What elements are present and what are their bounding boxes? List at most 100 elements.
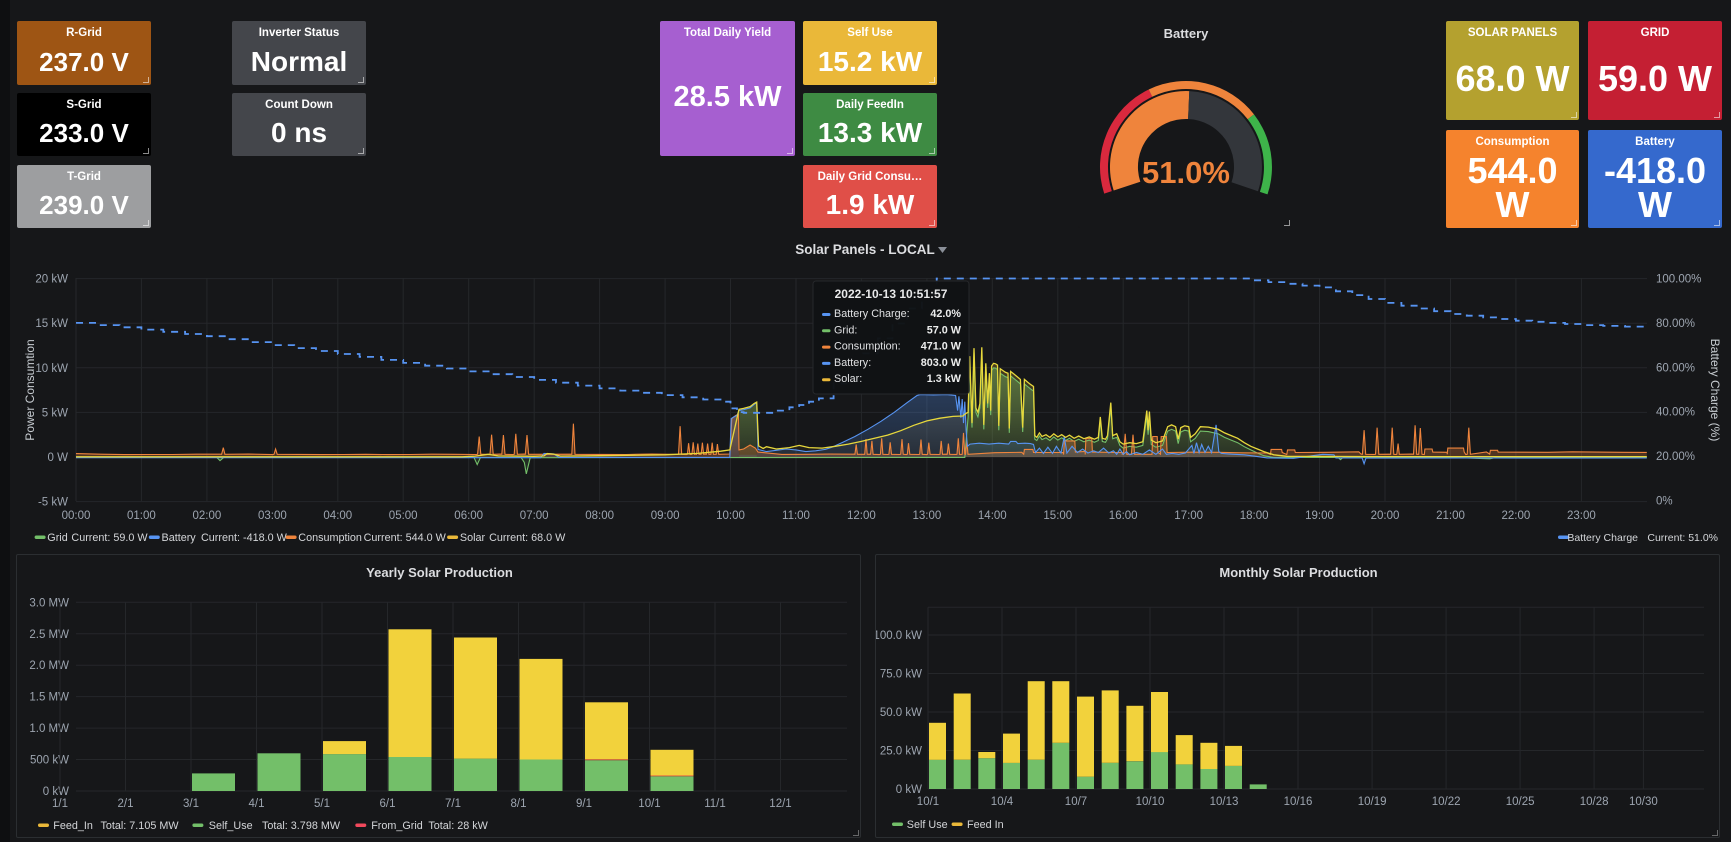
svg-text:9/1: 9/1 xyxy=(576,798,592,810)
svg-text:10/22: 10/22 xyxy=(1432,796,1461,808)
svg-text:04:00: 04:00 xyxy=(323,510,352,522)
svg-text:10 kW: 10 kW xyxy=(35,363,68,375)
svg-text:803.0 W: 803.0 W xyxy=(921,357,962,369)
svg-text:10:00: 10:00 xyxy=(716,510,745,522)
svg-text:05:00: 05:00 xyxy=(389,510,418,522)
svg-text:0 kW: 0 kW xyxy=(896,784,922,796)
svg-text:15 kW: 15 kW xyxy=(35,318,68,330)
svg-text:Self Use: Self Use xyxy=(907,819,948,831)
svg-text:Grid: Grid xyxy=(47,532,67,544)
svg-text:6/1: 6/1 xyxy=(380,798,396,810)
svg-text:21:00: 21:00 xyxy=(1436,510,1465,522)
svg-text:23:00: 23:00 xyxy=(1567,510,1596,522)
svg-text:From_Grid: From_Grid xyxy=(371,820,423,832)
svg-text:Battery Charge:: Battery Charge: xyxy=(834,308,910,320)
svg-text:100.00%: 100.00% xyxy=(1656,274,1701,286)
svg-text:14:00: 14:00 xyxy=(978,510,1007,522)
svg-text:25.0 kW: 25.0 kW xyxy=(880,746,922,758)
svg-text:75.0 kW: 75.0 kW xyxy=(880,669,922,681)
svg-text:09:00: 09:00 xyxy=(651,510,680,522)
svg-text:Total: 7.105 MW: Total: 7.105 MW xyxy=(101,820,180,832)
svg-text:Power Consumtion: Power Consumtion xyxy=(23,339,37,440)
svg-text:Current: 544.0 W: Current: 544.0 W xyxy=(364,532,447,544)
svg-text:Feed In: Feed In xyxy=(967,819,1004,831)
svg-text:10/28: 10/28 xyxy=(1580,796,1609,808)
svg-text:11/1: 11/1 xyxy=(704,798,726,810)
svg-text:1/1: 1/1 xyxy=(52,798,68,810)
svg-text:12/1: 12/1 xyxy=(769,798,791,810)
svg-text:60.00%: 60.00% xyxy=(1656,362,1695,374)
svg-text:10/25: 10/25 xyxy=(1506,796,1535,808)
svg-text:-5 kW: -5 kW xyxy=(38,497,68,509)
svg-text:2.0 MW: 2.0 MW xyxy=(29,660,69,672)
svg-text:06:00: 06:00 xyxy=(454,510,483,522)
svg-text:57.0 W: 57.0 W xyxy=(927,324,962,336)
svg-text:Total: 28 kW: Total: 28 kW xyxy=(428,820,488,832)
svg-text:Solar:: Solar: xyxy=(834,373,862,385)
svg-text:Consumption: Consumption xyxy=(298,532,362,544)
svg-text:Battery: Battery xyxy=(1164,26,1210,41)
svg-text:Current: -418.0 W: Current: -418.0 W xyxy=(201,532,288,544)
svg-text:3/1: 3/1 xyxy=(183,798,199,810)
svg-text:Battery: Battery xyxy=(162,532,197,544)
svg-text:20.00%: 20.00% xyxy=(1656,451,1695,463)
svg-text:50.0 kW: 50.0 kW xyxy=(880,707,922,719)
svg-text:07:00: 07:00 xyxy=(520,510,549,522)
svg-text:19:00: 19:00 xyxy=(1305,510,1334,522)
svg-text:10/13: 10/13 xyxy=(1210,796,1239,808)
svg-text:Current: 68.0 W: Current: 68.0 W xyxy=(489,532,566,544)
svg-text:80.00%: 80.00% xyxy=(1656,318,1695,330)
svg-text:1.3 kW: 1.3 kW xyxy=(927,373,962,385)
svg-text:10/1: 10/1 xyxy=(638,798,660,810)
svg-text:2022-10-13 10:51:57: 2022-10-13 10:51:57 xyxy=(835,287,948,301)
svg-text:Solar Panels - LOCAL: Solar Panels - LOCAL xyxy=(795,242,935,257)
svg-text:0 W: 0 W xyxy=(48,452,69,464)
svg-text:17:00: 17:00 xyxy=(1174,510,1203,522)
svg-text:10/4: 10/4 xyxy=(991,796,1014,808)
svg-text:20:00: 20:00 xyxy=(1371,510,1400,522)
svg-text:10/19: 10/19 xyxy=(1358,796,1387,808)
svg-text:Current: 51.0%: Current: 51.0% xyxy=(1647,532,1718,544)
svg-text:11:00: 11:00 xyxy=(782,510,810,522)
svg-text:3.0 MW: 3.0 MW xyxy=(29,597,69,609)
svg-text:20 kW: 20 kW xyxy=(35,274,68,286)
svg-text:2/1: 2/1 xyxy=(118,798,134,810)
svg-text:15:00: 15:00 xyxy=(1043,510,1072,522)
svg-text:Monthly Solar Production: Monthly Solar Production xyxy=(1219,565,1377,580)
svg-text:12:00: 12:00 xyxy=(847,510,876,522)
svg-text:100.0 kW: 100.0 kW xyxy=(876,630,922,642)
svg-text:10/16: 10/16 xyxy=(1284,796,1313,808)
svg-text:40.00%: 40.00% xyxy=(1656,407,1695,419)
svg-text:1.5 MW: 1.5 MW xyxy=(29,692,69,704)
svg-text:Consumption:: Consumption: xyxy=(834,341,901,353)
svg-text:10/10: 10/10 xyxy=(1136,796,1165,808)
svg-text:Battery Charge (%): Battery Charge (%) xyxy=(1708,339,1722,442)
svg-text:22:00: 22:00 xyxy=(1502,510,1531,522)
svg-text:10/1: 10/1 xyxy=(917,796,939,808)
svg-text:00:00: 00:00 xyxy=(62,510,91,522)
svg-text:Solar: Solar xyxy=(460,532,486,544)
svg-text:5 kW: 5 kW xyxy=(42,407,68,419)
svg-text:Current: 59.0 W: Current: 59.0 W xyxy=(71,532,148,544)
svg-text:2.5 MW: 2.5 MW xyxy=(29,629,69,641)
svg-text:10/7: 10/7 xyxy=(1065,796,1087,808)
svg-text:Feed_In: Feed_In xyxy=(53,820,93,832)
svg-text:500 kW: 500 kW xyxy=(30,755,69,767)
svg-text:Grid:: Grid: xyxy=(834,324,857,336)
svg-text:18:00: 18:00 xyxy=(1240,510,1269,522)
svg-text:03:00: 03:00 xyxy=(258,510,287,522)
svg-text:01:00: 01:00 xyxy=(127,510,156,522)
svg-text:10/30: 10/30 xyxy=(1629,796,1658,808)
svg-text:Total: 3.798 MW: Total: 3.798 MW xyxy=(262,820,341,832)
svg-text:4/1: 4/1 xyxy=(249,798,265,810)
svg-text:0 kW: 0 kW xyxy=(43,786,69,798)
svg-text:7/1: 7/1 xyxy=(445,798,461,810)
svg-text:Battery Charge: Battery Charge xyxy=(1567,532,1638,544)
svg-text:13:00: 13:00 xyxy=(913,510,942,522)
svg-text:08:00: 08:00 xyxy=(585,510,614,522)
svg-text:Yearly Solar Production: Yearly Solar Production xyxy=(366,565,513,580)
svg-text:02:00: 02:00 xyxy=(193,510,222,522)
svg-text:1.0 MW: 1.0 MW xyxy=(29,723,69,735)
svg-text:5/1: 5/1 xyxy=(314,798,330,810)
svg-text:42.0%: 42.0% xyxy=(930,308,961,320)
